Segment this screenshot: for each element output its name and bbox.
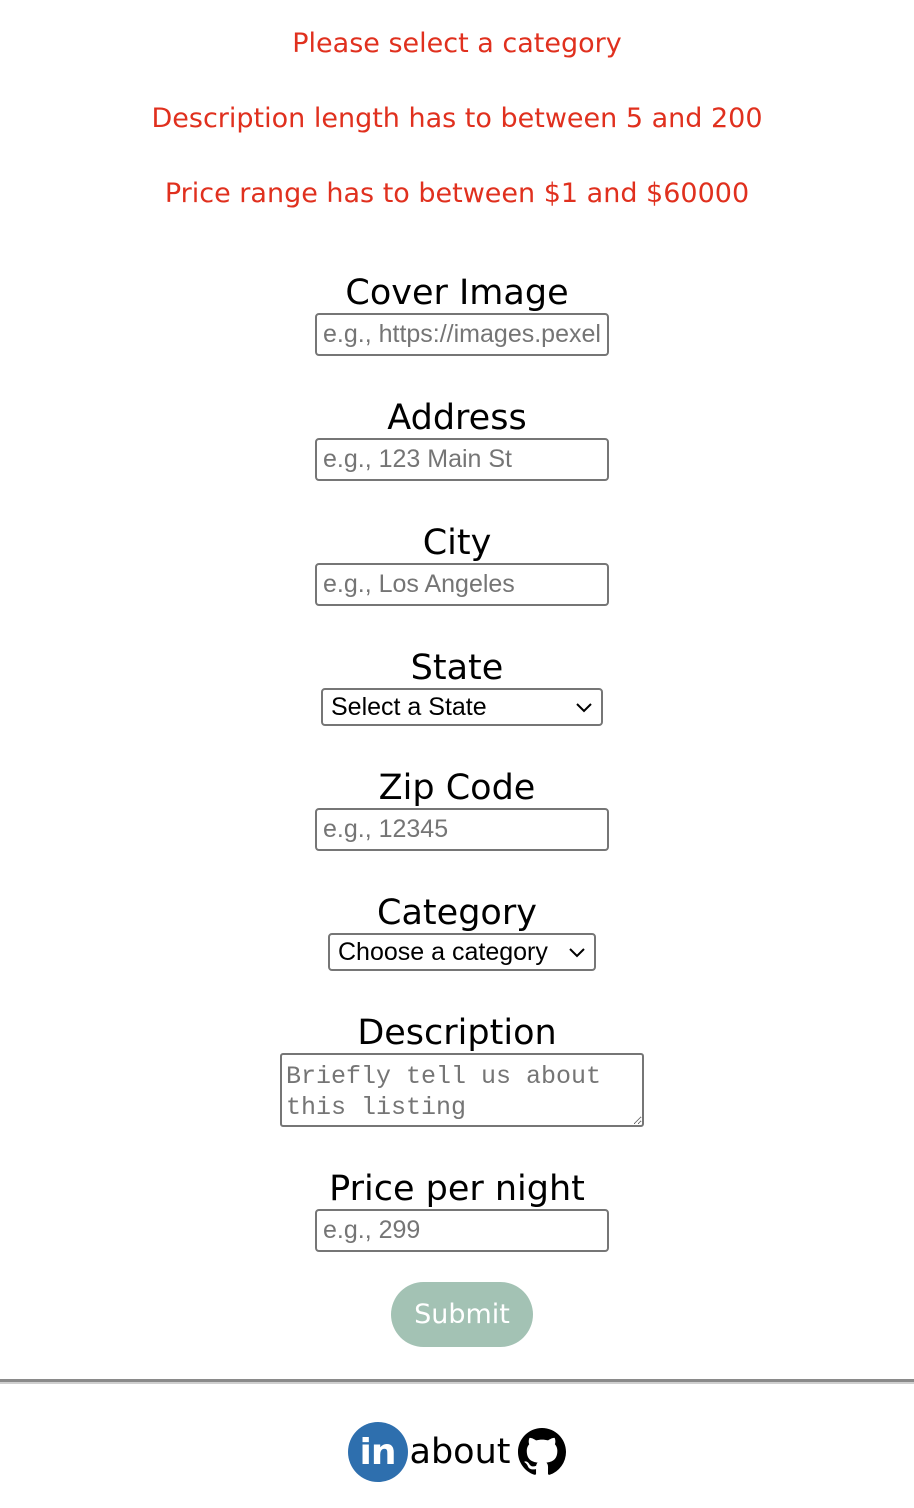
price-label: Price per night [329, 1169, 585, 1209]
chevron-down-icon [576, 703, 592, 713]
description-error: Description length has to between 5 and … [151, 103, 763, 134]
chevron-down-icon [569, 948, 585, 958]
linkedin-icon[interactable]: in [347, 1422, 408, 1482]
price-error: Price range has to between $1 and $60000 [164, 178, 750, 209]
zip-code-label: Zip Code [378, 768, 536, 808]
state-select-value: Select a State [331, 692, 487, 721]
submit-button[interactable]: Submit [391, 1282, 533, 1347]
about-link[interactable]: about [410, 1432, 511, 1472]
cover-image-label: Cover Image [345, 273, 569, 313]
category-error: Please select a category [292, 28, 622, 59]
linkedin-icon-text: in [359, 1431, 397, 1473]
description-textarea[interactable] [280, 1053, 644, 1127]
address-label: Address [387, 398, 527, 438]
category-select[interactable]: Choose a category [328, 933, 596, 971]
category-select-value: Choose a category [338, 937, 548, 966]
description-label: Description [357, 1013, 557, 1053]
city-input[interactable] [315, 563, 609, 606]
zip-code-input[interactable] [315, 808, 609, 851]
price-input[interactable] [315, 1209, 609, 1252]
category-label: Category [377, 893, 537, 933]
state-select[interactable]: Select a State [321, 688, 603, 726]
footer: in about [0, 1420, 914, 1484]
github-icon[interactable] [518, 1428, 567, 1476]
state-label: State [410, 648, 504, 688]
city-label: City [422, 523, 492, 563]
address-input[interactable] [315, 438, 609, 481]
cover-image-input[interactable] [315, 313, 609, 356]
footer-divider [0, 1379, 914, 1384]
